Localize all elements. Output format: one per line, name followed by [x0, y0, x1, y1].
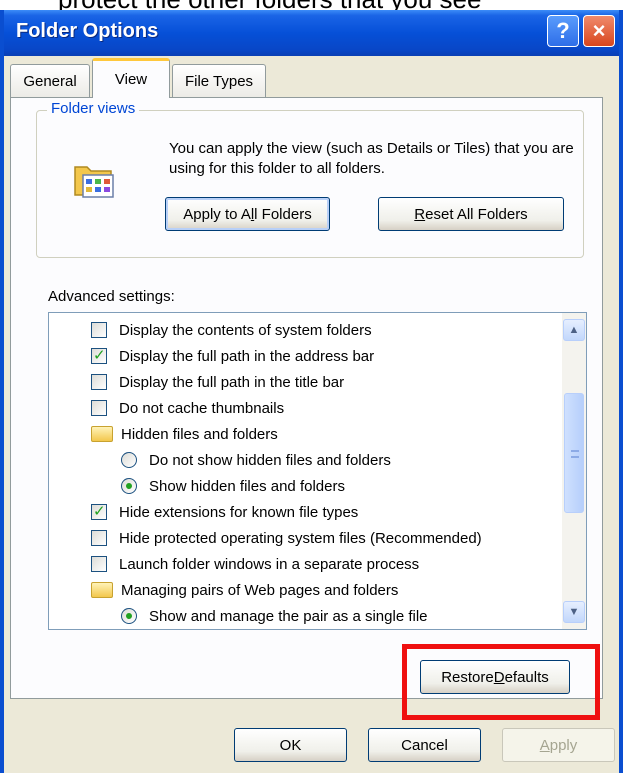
setting-label: Do not show hidden files and folders	[149, 451, 391, 469]
folder-views-description: You can apply the view (such as Details …	[169, 140, 574, 177]
setting-row-checkbox[interactable]: Display the full path in the address bar	[91, 343, 586, 369]
tab-file-types[interactable]: File Types	[172, 64, 266, 97]
radio-selected-icon[interactable]	[121, 478, 137, 494]
apply-label-end: pply	[549, 736, 578, 754]
setting-row-checkbox[interactable]: Launch folder windows in a separate proc…	[91, 551, 586, 577]
reset-all-label-end: eset All Folders	[425, 205, 528, 223]
setting-row-radio[interactable]: Show and manage the pair as a single fil…	[121, 603, 586, 629]
setting-row-checkbox[interactable]: Display the full path in the title bar	[91, 369, 586, 395]
checkbox-icon[interactable]	[91, 400, 107, 416]
help-icon: ?	[556, 18, 570, 43]
list-scrollbar[interactable]: ▲ ▼	[562, 313, 586, 629]
dialog-title: Folder Options	[16, 20, 159, 42]
restore-accelerator: D	[493, 668, 505, 686]
ok-button[interactable]: OK	[234, 728, 347, 762]
radio-selected-icon[interactable]	[121, 608, 137, 624]
setting-label: Managing pairs of Web pages and folders	[121, 581, 399, 599]
checkbox-checked-icon[interactable]	[91, 502, 107, 520]
close-icon: ×	[592, 18, 606, 43]
checkbox-icon[interactable]	[91, 374, 107, 390]
apply-to-all-folders-button[interactable]: Apply to All Folders	[165, 197, 330, 231]
setting-row-folder: Hidden files and folders	[91, 421, 586, 447]
restore-label-end: efaults	[504, 668, 549, 686]
setting-row-checkbox[interactable]: Do not cache thumbnails	[91, 395, 586, 421]
advanced-settings-list[interactable]: Display the contents of system folders Di…	[48, 312, 587, 630]
title-bar[interactable]: Folder Options ? ×	[4, 10, 619, 56]
scroll-up-button[interactable]: ▲	[563, 319, 585, 341]
setting-row-checkbox[interactable]: Hide protected operating system files (R…	[91, 525, 586, 551]
apply-accelerator: A	[539, 736, 550, 754]
setting-label: Hide protected operating system files (R…	[119, 529, 482, 547]
checkbox-icon[interactable]	[91, 322, 107, 338]
scroll-grip-icon	[571, 450, 579, 458]
apply-to-all-label-start: Apply to A	[183, 205, 251, 223]
apply-to-all-label-end: l Folders	[254, 205, 312, 223]
setting-label: Launch folder windows in a separate proc…	[119, 555, 420, 573]
setting-row-checkbox[interactable]: Hide extensions for known file types	[91, 499, 586, 525]
tab-general[interactable]: General	[10, 64, 90, 97]
checkbox-icon[interactable]	[91, 530, 107, 546]
folder-views-legend: Folder views	[47, 100, 140, 117]
setting-label: Hide extensions for known file types	[119, 503, 359, 521]
setting-label: Show hidden files and folders	[149, 477, 345, 495]
reset-all-accelerator: R	[414, 205, 426, 223]
advanced-settings-label: Advanced settings:	[48, 288, 175, 305]
help-button[interactable]: ?	[547, 15, 579, 47]
setting-row-folder: Managing pairs of Web pages and folders	[91, 577, 586, 603]
restore-label-start: Restore	[441, 668, 494, 686]
setting-label: Hidden files and folders	[121, 425, 278, 443]
setting-label: Display the contents of system folders	[119, 321, 372, 339]
cancel-button[interactable]: Cancel	[368, 728, 481, 762]
folder-icon	[91, 426, 113, 442]
setting-label: Do not cache thumbnails	[119, 399, 285, 417]
folder-icon	[91, 582, 113, 598]
tab-view[interactable]: View	[92, 58, 170, 98]
radio-icon[interactable]	[121, 452, 137, 468]
scroll-thumb[interactable]	[564, 393, 584, 513]
checkbox-icon[interactable]	[91, 556, 107, 572]
setting-row-checkbox[interactable]: Display the contents of system folders	[91, 317, 586, 343]
folder-views-group: Folder views You can apply the view (suc…	[36, 100, 584, 258]
apply-button[interactable]: Apply	[502, 728, 615, 762]
checkbox-checked-icon[interactable]	[91, 346, 107, 364]
restore-defaults-button[interactable]: Restore Defaults	[420, 660, 570, 694]
setting-label: Display the full path in the address bar	[119, 347, 375, 365]
setting-label: Display the full path in the title bar	[119, 373, 345, 391]
setting-row-radio[interactable]: Do not show hidden files and folders	[121, 447, 586, 473]
scroll-down-button[interactable]: ▼	[563, 601, 585, 623]
setting-label: Show and manage the pair as a single fil…	[149, 607, 428, 625]
reset-all-folders-button[interactable]: Reset All Folders	[378, 197, 564, 231]
setting-row-radio[interactable]: Show hidden files and folders	[121, 473, 586, 499]
folder-views-icon	[74, 166, 114, 198]
close-button[interactable]: ×	[583, 15, 615, 47]
